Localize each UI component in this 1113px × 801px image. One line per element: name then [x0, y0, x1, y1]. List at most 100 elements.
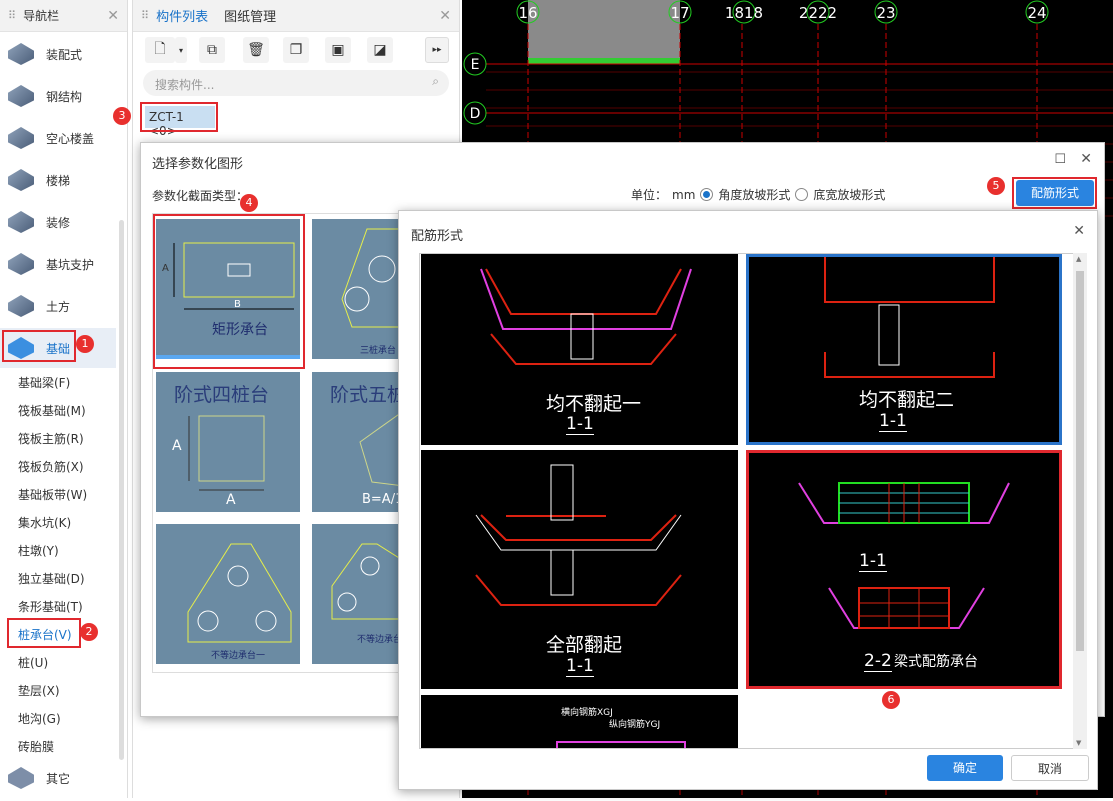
nav-category-4[interactable]: 装修 — [0, 202, 116, 242]
nav-sub-item[interactable]: 筏板主筋(R) — [18, 430, 84, 447]
step-badge-2: 2 — [80, 623, 98, 641]
shape-stepped-four-pile[interactable]: 阶式四桩台 A A — [156, 372, 300, 512]
radio-bottom-width-label[interactable]: 底宽放坡形式 — [813, 186, 885, 203]
dim-label-a: A — [226, 492, 236, 508]
tab-component-list[interactable]: 构件列表 — [156, 6, 208, 25]
drag-handle-icon[interactable]: ⠿ — [141, 9, 149, 22]
rebar-label: 纵向钢筋YGJ — [609, 720, 661, 730]
rebar-option-3[interactable]: 全部翻起 1-1 — [421, 450, 738, 689]
search-input[interactable]: 搜索构件... ⌕ — [143, 70, 449, 96]
option-name: 均不翻起一 — [546, 393, 642, 415]
scrollbar-thumb[interactable] — [1076, 271, 1084, 651]
drag-handle-icon[interactable]: ⠿ — [8, 9, 16, 22]
radio-bottom-width-slope[interactable] — [795, 188, 809, 201]
section-label: 1-1 — [566, 414, 594, 435]
radio-angle-slope-label[interactable]: 角度放坡形式 — [718, 186, 790, 203]
shape-name: 阶式五桩台 — [330, 384, 401, 406]
nav-sub-item[interactable]: 集水坑(K) — [18, 514, 71, 531]
new-component-button[interactable]: 🗋 — [145, 37, 175, 63]
rebar-label: 横向钢筋XGJ — [561, 708, 613, 718]
rebar-option-2[interactable]: 均不翻起二 1-1 — [746, 254, 1062, 445]
highlight-box-rect-cap — [153, 214, 305, 369]
highlight-box-component — [140, 102, 218, 132]
copy-button[interactable]: ⧉ — [199, 37, 225, 63]
nav-category-3[interactable]: 楼梯 — [0, 160, 116, 200]
nav-sub-item[interactable]: 柱墩(Y) — [18, 542, 59, 559]
delete-button[interactable]: 🗑 — [243, 37, 269, 63]
step-badge-1: 1 — [76, 335, 94, 353]
highlight-box-pile-cap — [7, 618, 81, 648]
other-icon — [8, 767, 34, 789]
save-template-button[interactable]: ▣ — [325, 37, 351, 63]
nav-scrollbar[interactable] — [119, 220, 124, 760]
rebar-form-dialog: 配筋形式 ✕ 均不翻起一 1-1 均不翻起二 1-1 全部翻起 1-1 1-1 … — [398, 210, 1098, 790]
cad-axis-label: 1818 — [725, 4, 763, 22]
hollow-slab-icon — [8, 127, 34, 149]
search-placeholder: 搜索构件... — [155, 78, 215, 92]
close-icon[interactable]: ✕ — [1073, 223, 1085, 239]
nav-sub-item[interactable]: 筏板负筋(X) — [18, 458, 84, 475]
nav-category-label: 基坑支护 — [46, 257, 95, 272]
nav-category-0[interactable]: 装配式 — [0, 34, 116, 74]
navigation-panel: ⠿ 导航栏 ✕ 装配式 钢结构 空心楼盖 楼梯 装修 基坑支护 土方 基础 其它 基础梁(F) 筏… — [0, 0, 128, 798]
nav-sub-item[interactable]: 垫层(X) — [18, 682, 60, 699]
option-name: 梁式配筋承台 — [894, 654, 978, 670]
tab-drawing-management[interactable]: 图纸管理 — [224, 6, 276, 25]
nav-sub-item[interactable]: 砖胎膜 — [18, 738, 54, 755]
copy-to-floor-button[interactable]: ❐ — [283, 37, 309, 63]
nav-category-1[interactable]: 钢结构 — [0, 76, 116, 116]
scroll-up-icon[interactable]: ▲ — [1076, 255, 1081, 263]
close-icon[interactable]: ✕ — [1080, 151, 1092, 167]
nav-sub-item[interactable]: 桩(U) — [18, 654, 48, 671]
step-badge-6: 6 — [882, 691, 900, 709]
scroll-down-icon[interactable]: ▼ — [1076, 739, 1081, 747]
cad-axis-label: 17 — [670, 4, 689, 22]
nav-category-label: 装修 — [46, 215, 71, 230]
nav-sub-item[interactable]: 筏板基础(M) — [18, 402, 86, 419]
search-icon[interactable]: ⌕ — [432, 74, 439, 89]
nav-sub-item[interactable]: 独立基础(D) — [18, 570, 85, 587]
shape-name: 三桩承台 — [360, 346, 397, 356]
shape-stepped-five-pile[interactable]: 阶式五桩台 B=A/1 — [312, 372, 401, 512]
close-icon[interactable]: ✕ — [107, 8, 119, 24]
nav-sub-item[interactable]: 基础梁(F) — [18, 374, 70, 391]
nav-category-5[interactable]: 基坑支护 — [0, 244, 116, 284]
maximize-icon[interactable]: ☐ — [1054, 152, 1066, 167]
step-badge-3: 3 — [113, 107, 131, 125]
nav-header: ⠿ 导航栏 ✕ — [0, 0, 127, 32]
cad-axis-label: 2222 — [799, 4, 837, 22]
edit-template-button[interactable]: ◪ — [367, 37, 393, 63]
nav-category-label: 楼梯 — [46, 173, 71, 188]
shape-unequal-cap-1[interactable]: 不等边承台一 — [156, 524, 300, 664]
radio-angle-slope[interactable] — [700, 188, 714, 201]
rebar-option-4[interactable]: 1-1 2-2 梁式配筋承台 — [746, 450, 1062, 689]
nav-sub-item[interactable]: 条形基础(T) — [18, 598, 83, 615]
nav-category-label: 钢结构 — [46, 89, 83, 104]
nav-category-label: 装配式 — [46, 47, 83, 62]
shape-unequal-cap-2[interactable]: 不等边承台 — [312, 524, 401, 664]
decoration-icon — [8, 211, 34, 233]
rebar-option-1[interactable]: 均不翻起一 1-1 — [421, 254, 738, 445]
close-icon[interactable]: ✕ — [439, 8, 451, 24]
vertical-scrollbar[interactable]: ▲ ▼ — [1073, 253, 1087, 749]
highlight-box-foundation — [2, 330, 76, 362]
ok-button[interactable]: 确定 — [927, 755, 1003, 781]
section-label: 1-1 — [566, 656, 594, 677]
section-label-2: 2-2 — [864, 651, 892, 672]
nav-sub-item[interactable]: 基础板带(W) — [18, 486, 87, 503]
cancel-button[interactable]: 取消 — [1011, 755, 1089, 781]
step-badge-5: 5 — [987, 177, 1005, 195]
more-icon[interactable]: ▸▸ — [425, 37, 449, 63]
stairs-icon — [8, 169, 34, 191]
shape-three-pile-cap[interactable]: 三桩承台 — [312, 219, 401, 359]
unit-label: 单位： — [631, 188, 668, 202]
nav-category-other[interactable]: 其它 — [0, 758, 116, 798]
cad-slab — [528, 0, 680, 62]
cad-axis-label: D — [470, 106, 481, 122]
nav-category-2[interactable]: 空心楼盖 — [0, 118, 116, 158]
nav-sub-item[interactable]: 地沟(G) — [18, 710, 61, 727]
nav-category-6[interactable]: 土方 — [0, 286, 116, 326]
chevron-down-icon[interactable]: ▾ — [175, 37, 187, 63]
cad-axis-label: 16 — [518, 4, 537, 22]
rebar-option-5[interactable]: 横向钢筋XGJ 纵向钢筋YGJ — [421, 695, 738, 748]
